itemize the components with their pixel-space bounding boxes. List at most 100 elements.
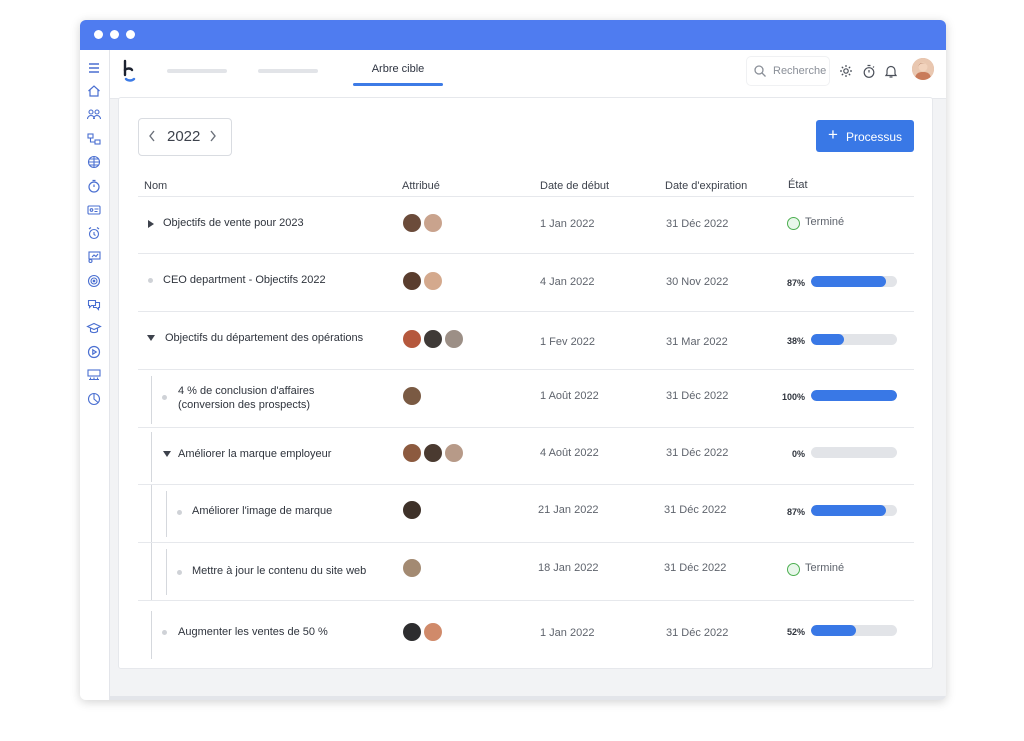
row-bullet — [148, 278, 153, 283]
gear-icon[interactable] — [838, 63, 854, 79]
tree-line — [151, 376, 152, 424]
check-circle-icon — [787, 217, 800, 230]
window-dot-close[interactable] — [94, 30, 103, 39]
expand-arrow-icon[interactable] — [146, 219, 156, 229]
progress-percent: 100% — [781, 392, 805, 402]
status-text: Terminé — [805, 216, 845, 228]
table-row[interactable]: CEO department - Objectifs 2022 4 Jan 20… — [138, 253, 914, 312]
start-date: 1 Août 2022 — [540, 390, 599, 402]
row-name[interactable]: Objectifs de vente pour 2023 — [163, 216, 304, 230]
avatar — [401, 270, 423, 292]
row-name[interactable]: Améliorer la marque employeur — [178, 447, 331, 461]
start-date: 1 Jan 2022 — [540, 627, 595, 639]
chevron-right-icon[interactable] — [208, 129, 218, 143]
tree-line — [151, 432, 152, 482]
window-dot-maximize[interactable] — [126, 30, 135, 39]
search-icon — [754, 65, 766, 77]
app-logo[interactable] — [122, 58, 140, 84]
progress-bar — [811, 276, 897, 287]
add-process-label: Processus — [846, 130, 903, 144]
org-chart-icon[interactable] — [86, 131, 102, 147]
window-dot-minimize[interactable] — [110, 30, 119, 39]
table-row[interactable]: 4 % de conclusion d'affaires (conversion… — [138, 369, 914, 428]
grid-icon[interactable] — [86, 154, 102, 170]
tree-line — [166, 549, 167, 595]
meeting-icon[interactable] — [86, 367, 102, 383]
row-bullet — [177, 570, 182, 575]
pie-chart-icon[interactable] — [86, 391, 102, 407]
table-row[interactable]: Améliorer la marque employeur 4 Août 202… — [138, 427, 914, 485]
end-date: 30 Nov 2022 — [666, 276, 729, 288]
start-date: 4 Août 2022 — [540, 447, 599, 459]
column-header-end[interactable]: Date d'expiration — [665, 180, 747, 192]
column-header-start[interactable]: Date de début — [540, 180, 609, 192]
plus-icon: + — [828, 125, 838, 144]
check-circle-icon — [787, 563, 800, 576]
bottom-edge — [110, 696, 946, 700]
column-header-status[interactable]: État — [788, 179, 808, 191]
progress-fill — [811, 505, 886, 516]
row-name[interactable]: Objectifs du département des opérations — [165, 331, 363, 345]
progress-fill — [811, 390, 897, 401]
column-header-assigned[interactable]: Attribué — [402, 180, 440, 192]
row-name[interactable]: Améliorer l'image de marque — [192, 504, 332, 518]
user-avatar[interactable] — [912, 58, 934, 80]
app-window: Arbre cible Recherche 2022 + Processus N… — [80, 20, 946, 700]
tree-line — [151, 543, 152, 601]
progress-fill — [811, 625, 856, 636]
tab-placeholder-1[interactable] — [167, 69, 227, 73]
row-name-line1[interactable]: 4 % de conclusion d'affaires — [178, 384, 314, 398]
play-icon[interactable] — [86, 344, 102, 360]
progress-bar — [811, 447, 897, 458]
tab-placeholder-2[interactable] — [258, 69, 318, 73]
progress-bar — [811, 625, 897, 636]
row-name[interactable]: Mettre à jour le contenu du site web — [192, 564, 366, 578]
avatar — [422, 442, 444, 464]
tree-line — [166, 491, 167, 537]
home-icon[interactable] — [86, 83, 102, 99]
graduation-cap-icon[interactable] — [86, 320, 102, 336]
progress-bar — [811, 334, 897, 345]
end-date: 31 Déc 2022 — [666, 218, 729, 230]
users-icon[interactable] — [86, 107, 102, 123]
target-icon[interactable] — [86, 273, 102, 289]
start-date: 21 Jan 2022 — [538, 504, 599, 516]
row-bullet — [162, 630, 167, 635]
collapse-arrow-icon[interactable] — [146, 333, 156, 343]
table-row[interactable]: Augmenter les ventes de 50 % 1 Jan 2022 … — [138, 600, 914, 665]
column-header-name[interactable]: Nom — [144, 180, 167, 192]
add-process-button[interactable]: + Processus — [816, 120, 914, 152]
table-row[interactable]: Objectifs de vente pour 2023 1 Jan 2022 … — [138, 196, 914, 254]
avatar — [443, 328, 465, 350]
table-row[interactable]: Améliorer l'image de marque 21 Jan 2022 … — [138, 484, 914, 543]
search-input[interactable]: Recherche — [773, 65, 826, 77]
row-name-line2[interactable]: (conversion des prospects) — [178, 398, 310, 412]
alarm-icon[interactable] — [86, 225, 102, 241]
progress-percent: 52% — [786, 627, 805, 637]
row-name[interactable]: Augmenter les ventes de 50 % — [178, 625, 328, 639]
menu-icon[interactable] — [86, 60, 102, 76]
start-date: 4 Jan 2022 — [540, 276, 595, 288]
start-date: 1 Fev 2022 — [540, 336, 596, 348]
collapse-arrow-icon[interactable] — [162, 449, 172, 459]
id-card-icon[interactable] — [86, 202, 102, 218]
table-row[interactable]: Mettre à jour le contenu du site web 18 … — [138, 542, 914, 601]
start-date: 1 Jan 2022 — [540, 218, 595, 230]
presentation-icon[interactable] — [86, 249, 102, 265]
tree-line — [151, 611, 152, 659]
avatar — [422, 212, 444, 234]
search-box[interactable]: Recherche — [747, 57, 829, 85]
bell-icon[interactable] — [883, 63, 899, 79]
active-tab-indicator — [353, 83, 443, 86]
table-row[interactable]: Objectifs du département des opérations … — [138, 311, 914, 370]
main-content: 2022 + Processus Nom Attribué Date de dé… — [118, 97, 933, 669]
stopwatch-icon[interactable] — [861, 63, 877, 79]
sidebar — [80, 50, 110, 700]
chevron-left-icon[interactable] — [147, 129, 157, 143]
avatar — [401, 385, 423, 407]
row-name[interactable]: CEO department - Objectifs 2022 — [163, 273, 326, 287]
tab-target-tree[interactable]: Arbre cible — [353, 63, 443, 75]
chat-icon[interactable] — [86, 296, 102, 312]
avatar — [401, 212, 423, 234]
timer-icon[interactable] — [86, 178, 102, 194]
